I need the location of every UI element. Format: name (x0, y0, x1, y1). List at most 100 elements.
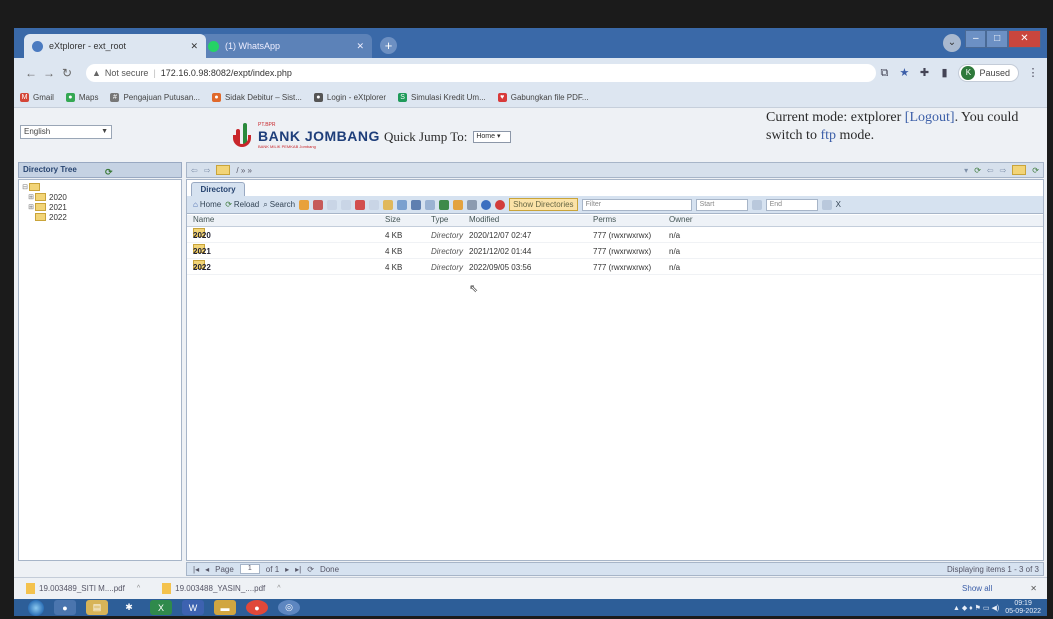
tree-node-2020[interactable]: ⊞ 2020 (21, 192, 179, 202)
nav-forward-icon[interactable]: ⇨ (1000, 166, 1007, 175)
chevron-up-icon[interactable]: ^ (137, 585, 140, 592)
col-size[interactable]: Size (385, 215, 401, 224)
tab-extplorer[interactable]: eXtplorer - ext_root ✕ (24, 34, 206, 58)
prev-page-icon[interactable]: ◂ (205, 565, 209, 574)
ftp-link[interactable]: ftp (820, 128, 836, 143)
tab-close-icon[interactable]: ✕ (190, 41, 198, 52)
home-folder-icon[interactable] (1012, 165, 1027, 175)
last-page-icon[interactable]: ▸| (295, 565, 301, 574)
tree-node-2022[interactable]: 2022 (21, 212, 179, 222)
forward-arrow-icon[interactable]: ⇨ (204, 166, 211, 175)
chevron-up-icon[interactable]: ^ (277, 585, 280, 592)
refresh-icon[interactable]: ⟳ (1032, 166, 1039, 175)
side-panel-icon[interactable]: ▮ (938, 67, 950, 79)
word-icon[interactable]: W (182, 600, 204, 615)
minimize-icon[interactable]: – (965, 30, 987, 48)
bookmark-star-icon[interactable]: ★ (898, 67, 910, 79)
col-perms[interactable]: Perms (593, 215, 616, 224)
delete-icon[interactable] (355, 199, 366, 210)
next-page-icon[interactable]: ▸ (285, 565, 289, 574)
back-arrow-icon[interactable]: ⇦ (191, 166, 198, 175)
dropdown-icon[interactable]: ▾ (964, 166, 968, 175)
tray-icons[interactable]: ▲ ◆ ♦ ⚑ ▭ ◀) (953, 604, 999, 612)
home-button[interactable]: ⌂ Home (193, 200, 221, 209)
quick-jump-select[interactable]: Home ▾ (473, 131, 512, 143)
download-item[interactable]: 19.003489_SITI M....pdf ^ (26, 583, 140, 594)
show-all-button[interactable]: Show all (962, 584, 992, 593)
move-icon[interactable] (341, 199, 352, 210)
view-icon[interactable] (397, 199, 408, 210)
close-downloads-icon[interactable]: ✕ (1030, 584, 1037, 593)
filter-input[interactable]: Filter (581, 198, 692, 211)
forward-icon[interactable]: → (40, 66, 58, 80)
bookmark-sidak[interactable]: ● Sidak Debitur – Sist... (211, 93, 302, 102)
folder-app-icon[interactable]: ▬ (214, 600, 236, 615)
expand-icon[interactable]: ⊞ (27, 193, 35, 201)
bookmark-login-extplorer[interactable]: ● Login - eXtplorer (313, 93, 386, 102)
download-item[interactable]: 19.003488_YASIN_....pdf ^ (162, 583, 281, 594)
tree-root[interactable]: ⊟ (21, 182, 179, 192)
table-row[interactable]: 2022 4 KB Directory 2022/09/05 03:56 777… (187, 260, 1043, 275)
calendar-icon[interactable] (821, 199, 832, 210)
expand-icon[interactable]: ⊞ (27, 203, 35, 211)
new-tab-button[interactable]: + (380, 37, 397, 54)
table-row[interactable]: 2020 4 KB Directory 2020/12/07 02:47 777… (187, 228, 1043, 243)
chrome-icon[interactable]: ● (246, 600, 268, 615)
file-explorer-icon[interactable]: ▤ (86, 600, 108, 615)
bluetooth-icon[interactable]: ✱ (118, 600, 140, 615)
collapse-icon[interactable]: ⊟ (21, 183, 29, 191)
help-icon[interactable] (481, 199, 492, 210)
col-type[interactable]: Type (431, 215, 448, 224)
col-owner[interactable]: Owner (669, 215, 693, 224)
tree-node-2021[interactable]: ⊞ 2021 (21, 202, 179, 212)
reload-path-icon[interactable]: ⟳ (974, 166, 981, 175)
search-button[interactable]: ⌕ Search (263, 200, 295, 210)
col-modified[interactable]: Modified (469, 215, 499, 224)
maximize-icon[interactable]: □ (986, 30, 1008, 48)
table-row[interactable]: 2021 4 KB Directory 2021/12/02 01:44 777… (187, 244, 1043, 259)
page-input[interactable]: 1 (239, 564, 260, 574)
clear-filter-button[interactable]: X (836, 200, 841, 209)
extract-icon[interactable] (425, 199, 436, 210)
transfer-icon[interactable] (467, 199, 478, 210)
archive-icon[interactable] (411, 199, 422, 210)
tab-close-icon[interactable]: ✕ (356, 41, 364, 52)
nav-back-icon[interactable]: ⇦ (987, 166, 994, 175)
bookmark-pengajuan[interactable]: # Pengajuan Putusan... (110, 93, 200, 102)
tab-search-icon[interactable]: ⌄ (943, 34, 961, 52)
clock[interactable]: 09:19 05-09-2022 (1005, 600, 1041, 616)
bookmark-gmail[interactable]: M Gmail (20, 93, 54, 102)
reload-button[interactable]: ⟳ Reload (225, 200, 259, 209)
end-date-input[interactable]: End (765, 198, 818, 211)
bookmark-simulasi[interactable]: S Simulasi Kredit Um... (398, 93, 486, 102)
excel-icon[interactable]: X (150, 600, 172, 615)
show-directories-toggle[interactable]: Show Directories (509, 198, 578, 211)
chmod-icon[interactable] (383, 199, 394, 210)
logout-icon[interactable] (495, 199, 506, 210)
bookmark-maps[interactable]: ● Maps (65, 93, 98, 102)
bookmark-gabungkan[interactable]: ♥ Gabungkan file PDF... (497, 93, 589, 102)
copy-icon[interactable] (327, 199, 338, 210)
start-button-icon[interactable] (28, 599, 44, 616)
col-name[interactable]: Name (193, 215, 214, 224)
language-select[interactable]: English ▼ (20, 125, 112, 139)
tab-directory[interactable]: Directory (191, 182, 245, 196)
tab-whatsapp[interactable]: (1) WhatsApp ✕ (200, 34, 372, 58)
extensions-icon[interactable]: ✚ (918, 67, 930, 79)
close-window-icon[interactable]: ✕ (1007, 30, 1041, 48)
back-icon[interactable]: ← (22, 66, 40, 80)
user-icon[interactable]: ● (54, 600, 76, 615)
download-icon[interactable] (439, 199, 450, 210)
edit-icon[interactable] (313, 199, 324, 210)
logout-link[interactable]: [Logout] (905, 110, 955, 125)
refresh-page-icon[interactable]: ⟳ (307, 565, 314, 574)
reload-icon[interactable]: ↻ (58, 66, 76, 80)
folder-icon[interactable] (216, 165, 231, 175)
new-file-icon[interactable] (299, 199, 310, 210)
install-app-icon[interactable]: ⧉ (878, 67, 890, 79)
start-date-input[interactable]: Start (695, 198, 748, 211)
network-app-icon[interactable]: ◎ (278, 600, 300, 615)
rename-icon[interactable] (369, 199, 380, 210)
first-page-icon[interactable]: |◂ (193, 565, 199, 574)
profile-button[interactable]: K Paused (958, 64, 1019, 82)
